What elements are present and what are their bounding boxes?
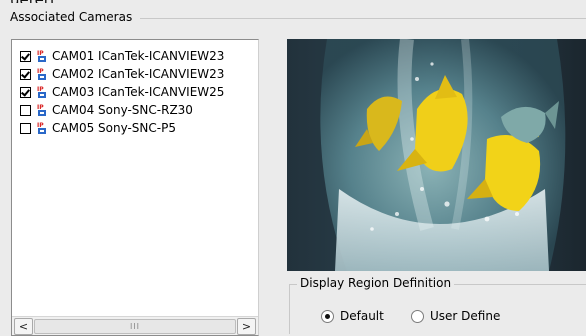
camera-label: CAM05 Sony-SNC-P5 (52, 121, 176, 135)
camera-preview (287, 39, 586, 271)
camera-list[interactable]: IP CAM01 ICanTek-ICANVIEW23 IP CAM02 ICa… (11, 39, 259, 336)
camera-label: CAM04 Sony-SNC-RZ30 (52, 103, 193, 117)
horizontal-scrollbar[interactable]: < III > (12, 316, 258, 335)
radio-default-indicator[interactable] (321, 309, 334, 323)
camera-list-item[interactable]: IP CAM05 Sony-SNC-P5 (20, 119, 256, 137)
camera-label: CAM01 ICanTek-ICANVIEW23 (52, 49, 225, 63)
camera-label: CAM02 ICanTek-ICANVIEW23 (52, 67, 225, 81)
radio-user-define-label: User Define (430, 309, 501, 323)
scroll-thumb[interactable]: III (34, 319, 236, 334)
display-region-legend: Display Region Definition (297, 276, 455, 290)
camera-checkbox[interactable] (20, 68, 31, 80)
ip-camera-icon: IP (37, 86, 46, 98)
ip-camera-icon: IP (37, 68, 46, 80)
svg-text:IP: IP (37, 122, 44, 129)
ip-camera-icon: IP (37, 50, 46, 62)
svg-text:IP: IP (37, 50, 44, 57)
camera-checkbox[interactable] (20, 122, 31, 134)
camera-list-item[interactable]: IP CAM03 ICanTek-ICANVIEW25 (20, 83, 256, 101)
radio-default[interactable]: Default (321, 309, 384, 323)
camera-label: CAM03 ICanTek-ICANVIEW25 (52, 85, 225, 99)
camera-checkbox[interactable] (20, 50, 31, 62)
svg-text:IP: IP (37, 68, 44, 75)
radio-default-label: Default (340, 309, 384, 323)
window-title-fragment: uerert (10, 0, 56, 3)
radio-user-define[interactable]: User Define (411, 309, 500, 323)
scroll-right-button[interactable]: > (237, 318, 256, 335)
display-region-left-border (289, 284, 290, 334)
camera-preview-image (287, 39, 586, 271)
camera-list-item[interactable]: IP CAM04 Sony-SNC-RZ30 (20, 101, 256, 119)
camera-list-item[interactable]: IP CAM02 ICanTek-ICANVIEW23 (20, 65, 256, 83)
ip-camera-icon: IP (37, 104, 46, 116)
scroll-left-button[interactable]: < (14, 318, 33, 335)
camera-list-item[interactable]: IP CAM01 ICanTek-ICANVIEW23 (20, 47, 256, 65)
radio-user-define-indicator[interactable] (411, 309, 424, 323)
ip-camera-icon: IP (37, 122, 46, 134)
camera-checkbox[interactable] (20, 104, 31, 116)
svg-text:IP: IP (37, 104, 44, 111)
svg-text:IP: IP (37, 86, 44, 93)
associated-cameras-title: Associated Cameras (10, 10, 141, 24)
camera-checkbox[interactable] (20, 86, 31, 98)
